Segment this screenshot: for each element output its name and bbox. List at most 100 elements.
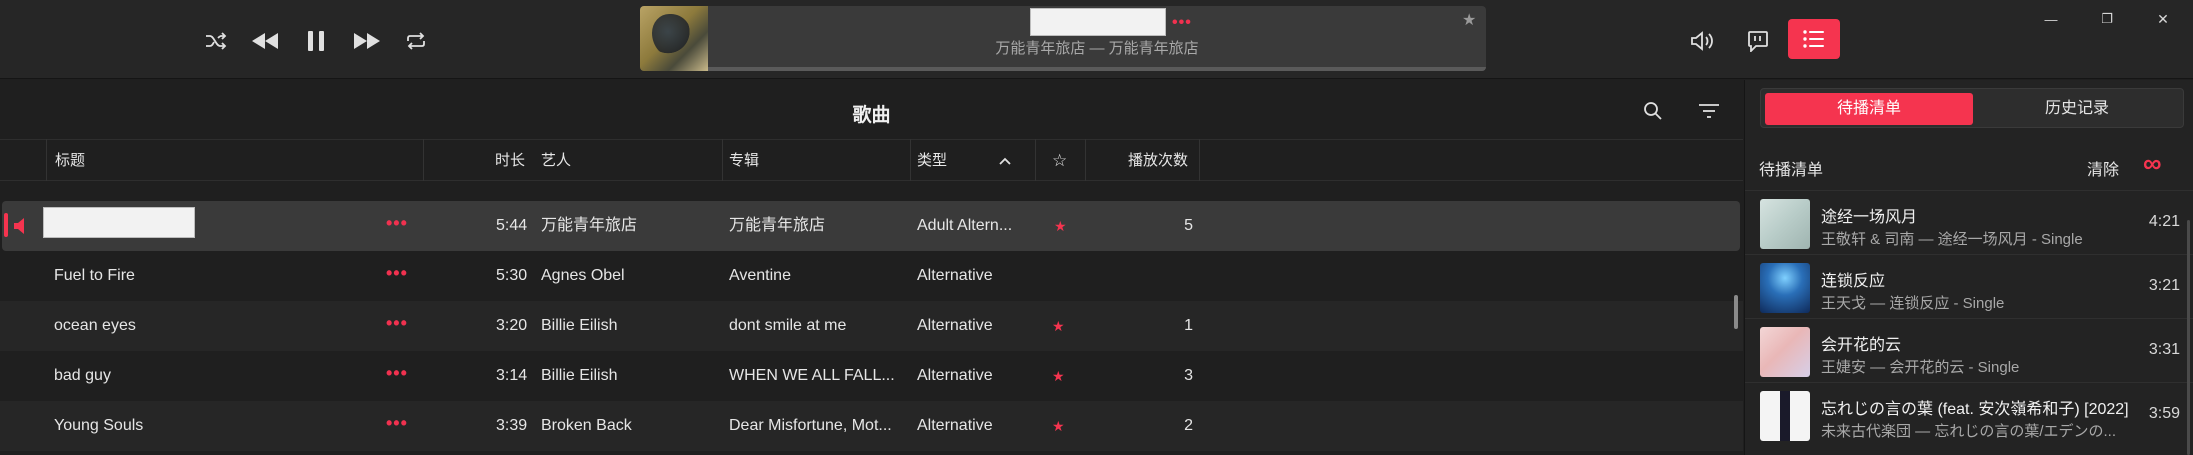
favorite-star-icon[interactable]: ★ [1052, 401, 1065, 451]
more-options-icon[interactable]: ••• [386, 251, 408, 295]
lyrics-button[interactable] [1738, 22, 1778, 60]
queue-item-subtitle: 王天戈 — 连锁反应 - Single [1821, 295, 2005, 312]
song-title: ocean eyes [54, 317, 136, 334]
queue-toggle-button[interactable] [1788, 19, 1840, 59]
star-icon[interactable]: ★ [1462, 10, 1476, 30]
tab-history[interactable]: 历史记录 [1973, 93, 2181, 125]
queue-item[interactable]: 忘れじの言の葉 (feat. 安次嶺希和子) [2022] 未来古代楽団 — 忘… [1745, 382, 2193, 446]
playing-indicator [4, 213, 8, 237]
column-divider[interactable] [1085, 139, 1086, 181]
song-album[interactable]: WHEN WE ALL FALL... [729, 351, 899, 401]
column-duration[interactable]: 时长 [495, 140, 525, 182]
repeat-button[interactable] [396, 22, 436, 60]
column-divider[interactable] [46, 139, 47, 181]
song-artist[interactable]: Billie Eilish [541, 301, 711, 351]
player-bar: ••• ★ 万能青年旅店 — 万能青年旅店 — ❐ ✕ [0, 0, 2193, 79]
column-divider[interactable] [910, 139, 911, 181]
queue-item-title: 会开花的云 [1821, 337, 1902, 354]
song-title [43, 207, 195, 238]
queue-list-icon [1803, 30, 1824, 48]
favorite-star-icon[interactable]: ★ [1052, 351, 1065, 401]
table-row[interactable]: ••• 5:44 万能青年旅店 万能青年旅店 Adult Altern... ★… [2, 201, 1740, 251]
close-icon: ✕ [2157, 10, 2169, 27]
infinite-play-icon[interactable]: ∞ [2143, 148, 2162, 179]
column-album[interactable]: 专辑 [729, 140, 759, 182]
filter-button[interactable] [1692, 94, 1726, 128]
song-genre: Alternative [917, 317, 993, 334]
next-button[interactable] [347, 22, 387, 60]
sort-ascending-icon[interactable] [998, 140, 1012, 182]
column-artist[interactable]: 艺人 [541, 140, 571, 182]
now-playing-title [1030, 8, 1166, 36]
song-genre: Adult Altern... [917, 217, 1013, 234]
scrollbar[interactable] [1734, 295, 1738, 329]
column-divider[interactable] [722, 139, 723, 181]
song-album[interactable]: Dear Misfortune, Mot... [729, 401, 899, 451]
volume-button[interactable] [1683, 22, 1723, 60]
song-duration: 3:39 [496, 417, 528, 434]
song-artist[interactable]: Agnes Obel [541, 251, 711, 301]
more-options-icon[interactable]: ••• [386, 201, 408, 245]
now-playing-subtitle: 万能青年旅店 — 万能青年旅店 [995, 40, 1199, 57]
song-plays [1102, 251, 1193, 301]
column-genre[interactable]: 类型 [917, 140, 947, 182]
queue-item-artwork [1760, 327, 1810, 377]
song-duration: 3:14 [496, 367, 528, 384]
queue-item[interactable]: 连锁反应 王天戈 — 连锁反应 - Single 3:21 [1745, 254, 2193, 318]
queue-item-title: 忘れじの言の葉 (feat. 安次嶺希和子) [2022] [1821, 401, 2129, 418]
now-playing-card[interactable]: ••• ★ 万能青年旅店 — 万能青年旅店 [640, 6, 1486, 71]
favorite-star-icon[interactable]: ★ [1054, 201, 1067, 251]
previous-button[interactable] [245, 22, 285, 60]
table-row[interactable]: ocean eyes ••• 3:20 Billie Eilish dont s… [0, 301, 1743, 351]
album-artwork[interactable] [640, 6, 708, 71]
song-album[interactable]: Aventine [729, 251, 899, 301]
search-button[interactable] [1636, 94, 1670, 128]
queue-scrollbar[interactable] [2187, 220, 2190, 455]
column-divider[interactable] [1035, 139, 1036, 181]
queue-item[interactable]: 会开花的云 王婕安 — 会开花的云 - Single 3:31 [1745, 318, 2193, 382]
column-plays[interactable]: 播放次数 [1128, 140, 1188, 182]
column-title[interactable]: 标题 [55, 140, 85, 182]
progress-bar[interactable] [708, 67, 1486, 71]
song-album[interactable]: 万能青年旅店 [729, 201, 899, 251]
song-plays: 2 [1184, 417, 1193, 434]
queue-item-duration: 3:59 [2148, 405, 2180, 422]
close-button[interactable]: ✕ [2152, 8, 2174, 30]
table-row[interactable]: Young Souls ••• 3:39 Broken Back Dear Mi… [0, 401, 1743, 451]
song-title: bad guy [54, 367, 111, 384]
queue-item[interactable]: 途经一场风月 王敬轩 & 司南 — 途经一场风月 - Single 4:21 [1745, 190, 2193, 254]
minimize-button[interactable]: — [2040, 8, 2062, 30]
song-artist[interactable]: Billie Eilish [541, 351, 711, 401]
more-options-icon[interactable]: ••• [386, 401, 408, 445]
song-plays: 1 [1184, 317, 1193, 334]
queue-item-duration: 3:31 [2148, 341, 2180, 358]
song-artist[interactable]: Broken Back [541, 401, 711, 451]
song-artist[interactable]: 万能青年旅店 [541, 201, 711, 251]
queue-tabs: 待播清单 历史记录 [1760, 88, 2184, 128]
song-album[interactable]: dont smile at me [729, 301, 899, 351]
clear-queue-button[interactable]: 清除 [2087, 156, 2119, 180]
volume-icon [1691, 31, 1713, 51]
table-row[interactable]: Fuel to Fire ••• 5:30 Agnes Obel Aventin… [0, 251, 1743, 301]
more-options-icon[interactable]: ••• [386, 301, 408, 345]
queue-item-duration: 3:21 [2148, 277, 2180, 294]
next-icon [354, 33, 380, 49]
tab-up-next[interactable]: 待播清单 [1765, 93, 1973, 125]
song-plays: 3 [1184, 367, 1193, 384]
column-favorite[interactable]: ☆ [1052, 140, 1067, 182]
favorite-star-icon[interactable]: ★ [1052, 301, 1065, 351]
song-genre: Alternative [917, 267, 993, 284]
more-options-icon[interactable]: ••• [386, 351, 408, 395]
column-divider[interactable] [423, 139, 424, 181]
more-options-icon[interactable]: ••• [1172, 14, 1192, 32]
column-divider[interactable] [1199, 139, 1200, 181]
pause-button[interactable] [296, 22, 336, 60]
table-row[interactable]: bad guy ••• 3:14 Billie Eilish WHEN WE A… [0, 351, 1743, 401]
maximize-icon: ❐ [2101, 11, 2113, 26]
search-icon [1644, 102, 1662, 120]
maximize-button[interactable]: ❐ [2096, 8, 2118, 30]
shuffle-button[interactable] [196, 22, 236, 60]
pause-icon [308, 31, 324, 51]
table-header: 标题 时长 艺人 专辑 类型 ☆ 播放次数 [0, 139, 1743, 181]
songs-panel: 歌曲 标题 时长 艺人 专辑 类型 ☆ 播放次数 ••• 5:44 万能青年旅店… [0, 80, 1743, 455]
